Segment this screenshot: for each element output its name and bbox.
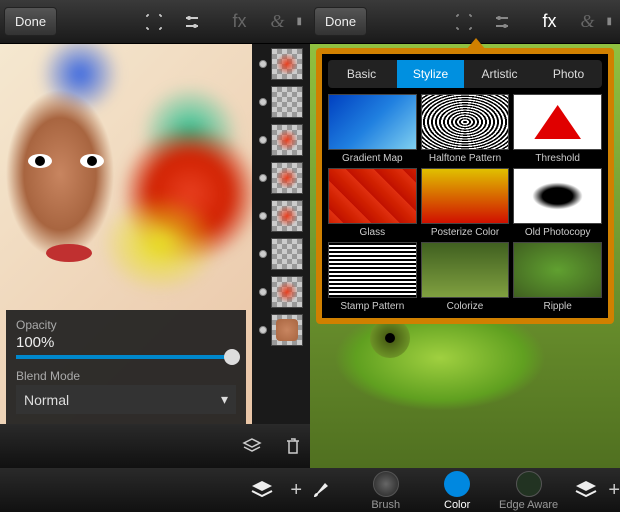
layer-item[interactable] bbox=[259, 238, 303, 270]
text-icon[interactable]: & bbox=[258, 11, 296, 32]
fx-grid: Gradient Map Halftone Pattern Threshold … bbox=[328, 94, 602, 312]
blend-mode-select[interactable]: Normal ▾ bbox=[16, 385, 236, 414]
opacity-label: Opacity bbox=[16, 318, 236, 332]
layer-properties-panel: Opacity 100% Blend Mode Normal ▾ bbox=[6, 310, 246, 424]
tab-stylize[interactable]: Stylize bbox=[397, 60, 464, 88]
done-button[interactable]: Done bbox=[314, 7, 367, 36]
fx-colorize[interactable]: Colorize bbox=[421, 242, 510, 312]
layers-toggle-icon[interactable] bbox=[574, 479, 598, 501]
fx-ripple[interactable]: Ripple bbox=[513, 242, 602, 312]
popup-arrow bbox=[466, 38, 486, 50]
blend-mode-value: Normal bbox=[24, 392, 69, 408]
fx-posterize[interactable]: Posterize Color bbox=[421, 168, 510, 238]
battery-icon: ▮ bbox=[296, 16, 302, 27]
fx-old-photocopy[interactable]: Old Photocopy bbox=[513, 168, 602, 238]
layer-item[interactable] bbox=[259, 86, 303, 118]
top-toolbar: Done fx & ▮ bbox=[310, 0, 620, 44]
selection-icon[interactable] bbox=[454, 12, 492, 32]
layer-item[interactable] bbox=[259, 124, 303, 156]
layers-panel bbox=[252, 44, 310, 424]
bottom-toolbar: Brush Color Edge Aware + bbox=[310, 468, 620, 512]
screen-layers: Done fx & ▮ Opacity 100% Blend Mode Norm… bbox=[0, 0, 310, 512]
add-layer-icon[interactable]: + bbox=[608, 479, 620, 502]
layer-item[interactable] bbox=[259, 48, 303, 80]
selection-icon[interactable] bbox=[144, 12, 182, 32]
layer-actions-bar bbox=[0, 424, 310, 468]
done-button[interactable]: Done bbox=[4, 7, 57, 36]
layer-item[interactable] bbox=[259, 200, 303, 232]
adjustments-icon[interactable] bbox=[182, 12, 220, 32]
layers-toggle-icon[interactable] bbox=[250, 479, 274, 501]
fx-gradient-map[interactable]: Gradient Map bbox=[328, 94, 417, 164]
layer-item[interactable] bbox=[259, 314, 303, 346]
top-toolbar: Done fx & ▮ bbox=[0, 0, 310, 44]
blend-mode-label: Blend Mode bbox=[16, 369, 236, 383]
fx-stamp[interactable]: Stamp Pattern bbox=[328, 242, 417, 312]
adjustments-icon[interactable] bbox=[492, 12, 530, 32]
chevron-down-icon: ▾ bbox=[221, 391, 228, 408]
fx-halftone[interactable]: Halftone Pattern bbox=[421, 94, 510, 164]
fx-icon[interactable]: fx bbox=[530, 11, 568, 32]
fx-popup: Basic Stylize Artistic Photo Gradient Ma… bbox=[316, 48, 614, 324]
fx-icon[interactable]: fx bbox=[220, 11, 258, 32]
opacity-slider[interactable] bbox=[16, 355, 236, 359]
brush-mode-edge-aware[interactable]: Edge Aware bbox=[493, 469, 564, 511]
fx-glass[interactable]: Glass bbox=[328, 168, 417, 238]
bottom-toolbar: + bbox=[0, 468, 310, 512]
paintbrush-icon[interactable] bbox=[310, 479, 350, 501]
tab-artistic[interactable]: Artistic bbox=[466, 60, 533, 88]
fx-threshold[interactable]: Threshold bbox=[513, 94, 602, 164]
tab-basic[interactable]: Basic bbox=[328, 60, 395, 88]
slider-thumb[interactable] bbox=[224, 349, 240, 365]
brush-mode-color[interactable]: Color bbox=[421, 469, 492, 511]
fx-tab-bar: Basic Stylize Artistic Photo bbox=[328, 60, 602, 88]
add-layer-icon[interactable]: + bbox=[290, 479, 302, 502]
battery-icon: ▮ bbox=[606, 16, 612, 27]
layers-icon[interactable] bbox=[242, 437, 262, 455]
layer-item[interactable] bbox=[259, 162, 303, 194]
screen-fx: Done fx & ▮ Basic Stylize Artistic Photo… bbox=[310, 0, 620, 512]
trash-icon[interactable] bbox=[284, 436, 302, 456]
brush-mode-brush[interactable]: Brush bbox=[350, 469, 421, 511]
opacity-value: 100% bbox=[16, 334, 236, 351]
layer-item[interactable] bbox=[259, 276, 303, 308]
tab-photo[interactable]: Photo bbox=[535, 60, 602, 88]
text-icon[interactable]: & bbox=[568, 11, 606, 32]
